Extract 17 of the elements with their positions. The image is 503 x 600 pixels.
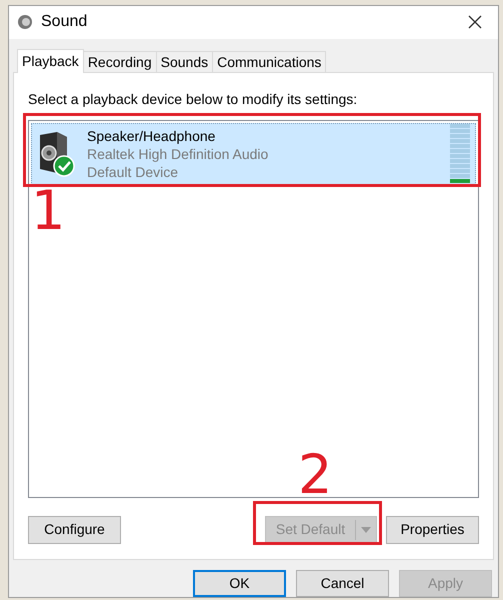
tab[interactable]: Playback: [17, 48, 84, 73]
action-button[interactable]: Configure: [28, 516, 121, 544]
step-number: 1: [31, 184, 66, 238]
device-row[interactable]: Speaker/Headphone Realtek High Definition Audio Default Device: [31, 122, 476, 185]
window-title: Sound: [41, 12, 88, 32]
instruction-text: Select a playback device below to modify its settings:: [28, 90, 358, 109]
dialog-button[interactable]: OK: [193, 570, 286, 597]
device-driver: Realtek High Definition Audio: [87, 144, 270, 163]
tab[interactable]: Sounds: [156, 50, 214, 72]
tab[interactable]: Recording: [84, 50, 157, 72]
dialog-button[interactable]: Cancel: [296, 570, 389, 597]
device-name: Speaker/Headphone: [87, 126, 216, 145]
action-button[interactable]: Properties: [386, 516, 479, 544]
device-status: Default Device: [87, 162, 180, 181]
tab[interactable]: Communications: [213, 50, 326, 72]
close-icon[interactable]: [468, 15, 482, 30]
step-number: 2: [298, 448, 332, 502]
